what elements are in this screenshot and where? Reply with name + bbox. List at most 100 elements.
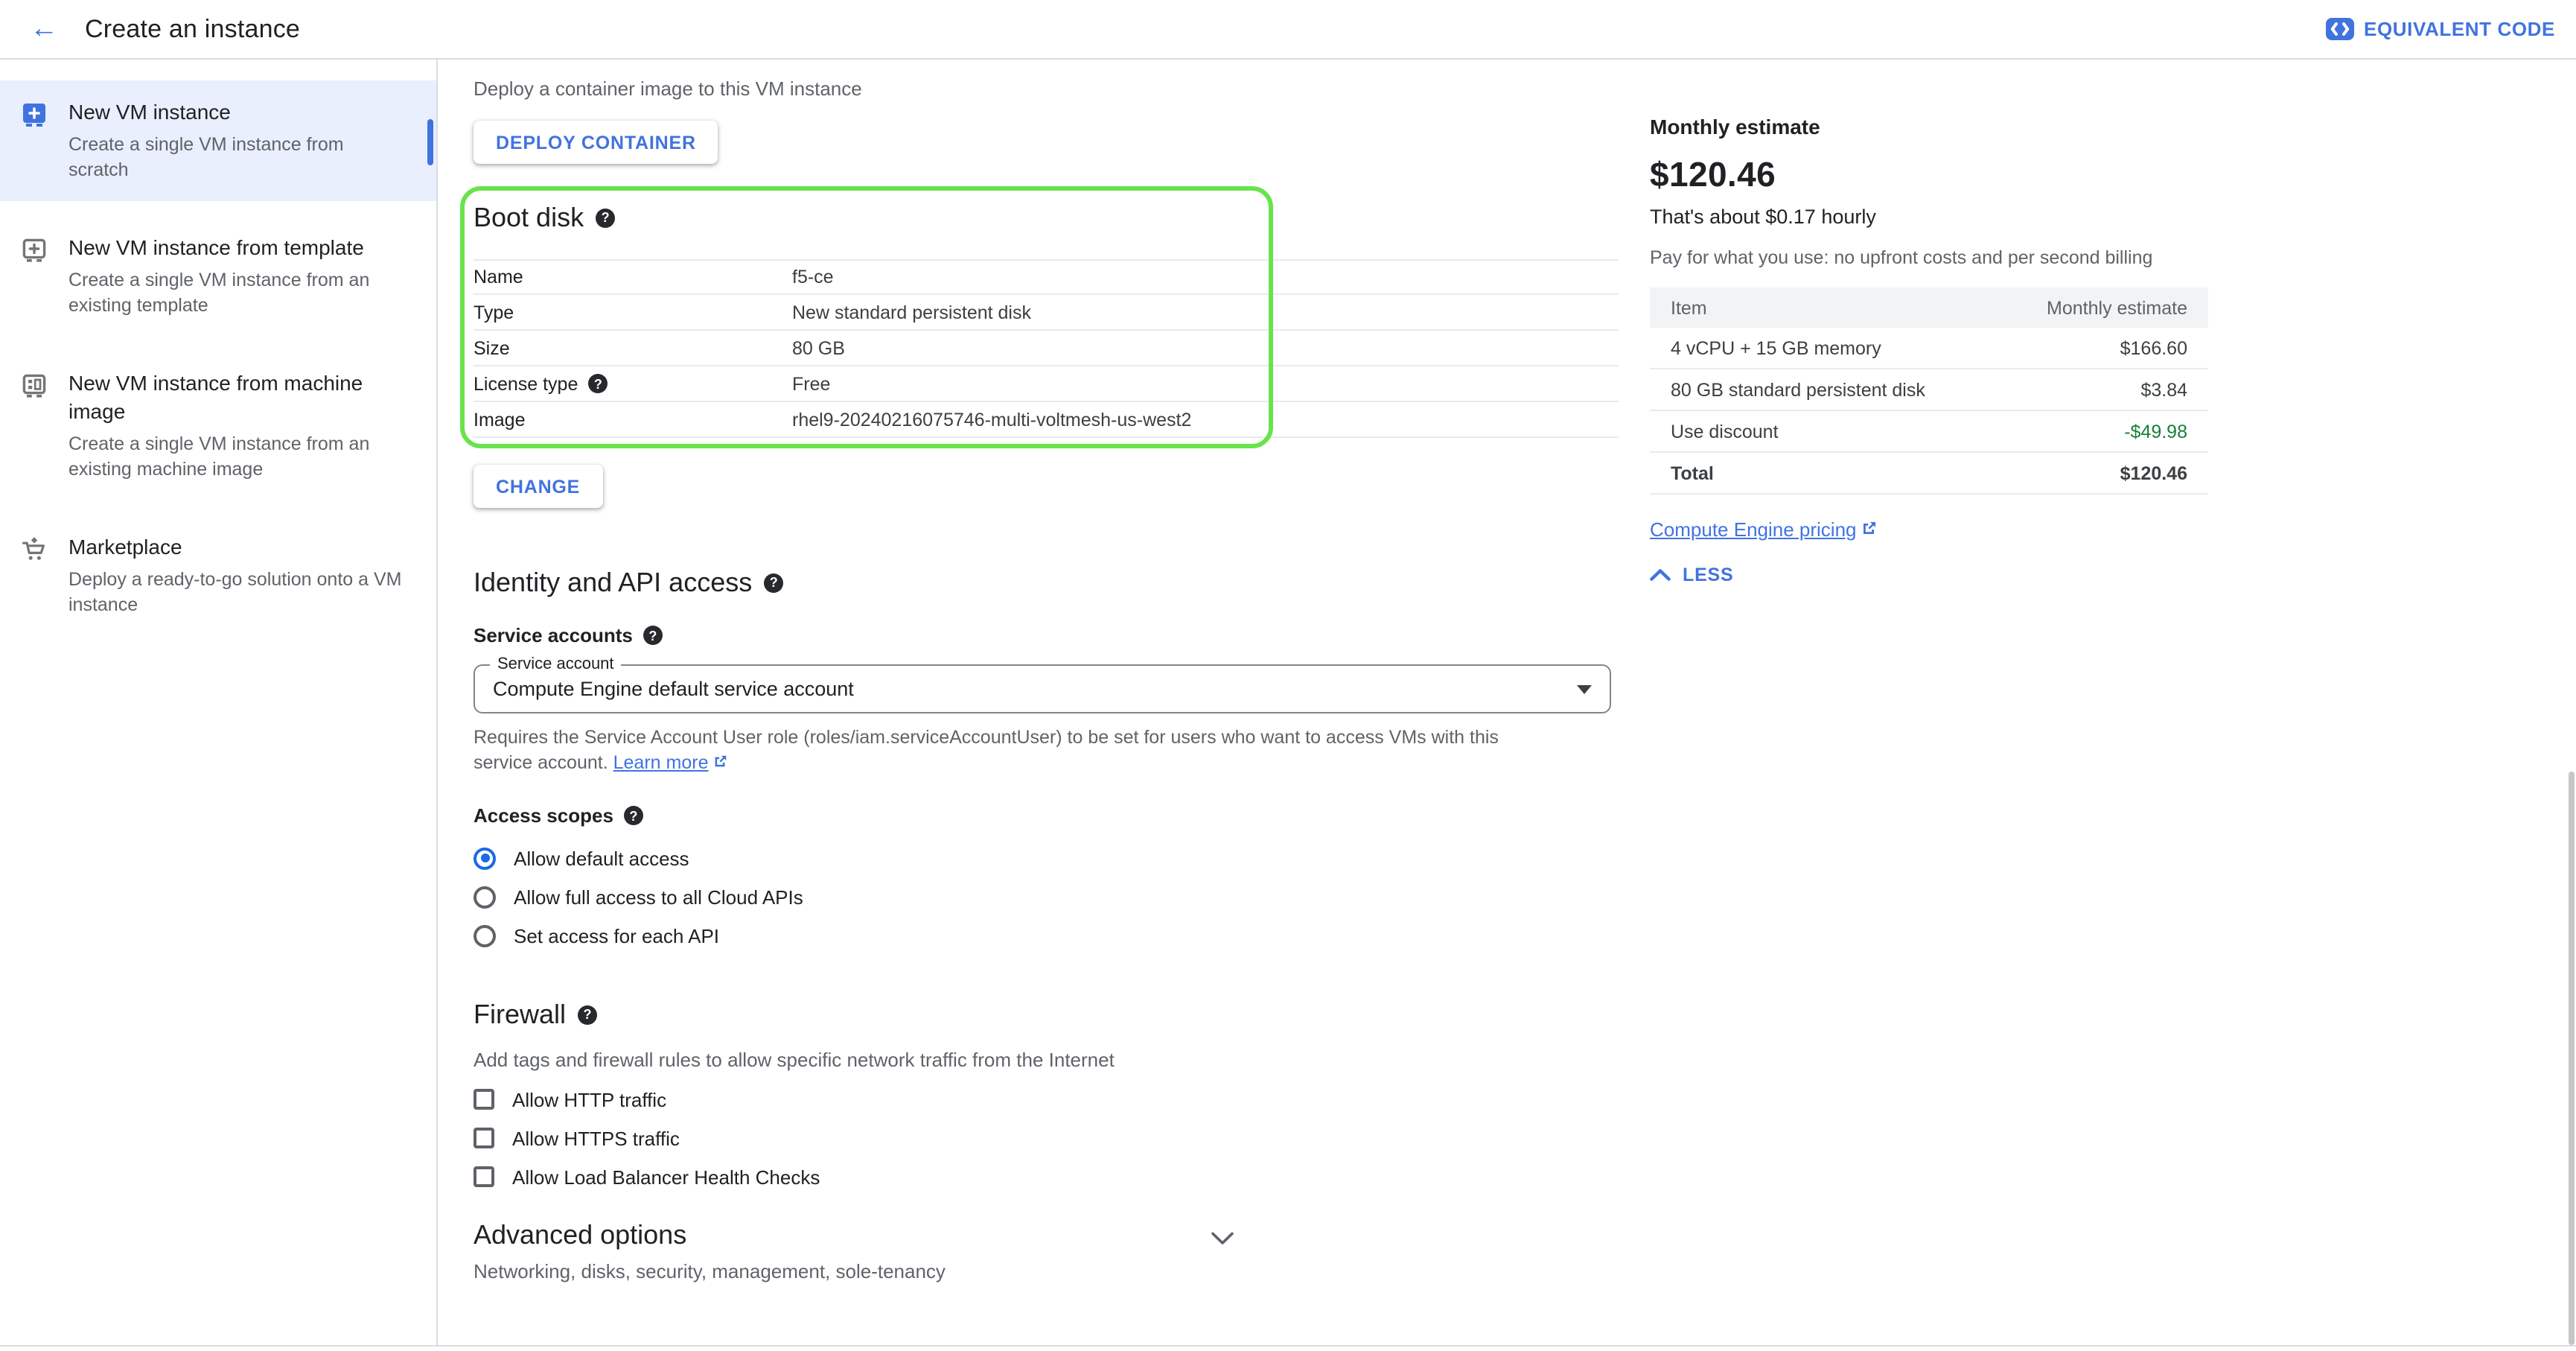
row-value: $3.84 [2140,379,2187,400]
radio-selected-icon [474,847,496,869]
advanced-options-section[interactable]: Advanced options Networking, disks, secu… [474,1217,1619,1282]
service-account-select[interactable]: Service account Compute Engine default s… [474,664,1611,713]
table-row: 4 vCPU + 15 GB memory $166.60 [1650,328,2208,369]
row-item: Total [1671,462,1714,483]
page-title: Create an instance [85,14,300,44]
help-icon[interactable]: ? [588,374,608,393]
sidebar-item-description: Deploy a ready-to-go solution onto a VM … [68,568,415,618]
row-label: Type [474,302,792,322]
table-row: 80 GB standard persistent disk $3.84 [1650,369,2208,411]
row-value-discount: -$49.98 [2124,421,2187,442]
sidebar-item-description: Create a single VM instance from an exis… [68,268,415,319]
marketplace-cart-icon [19,535,49,565]
checkbox-allow-https-traffic[interactable]: Allow HTTPS traffic [474,1119,1619,1157]
identity-title-row: Identity and API access ? [474,565,1619,600]
row-label: Image [474,409,792,430]
chevron-down-icon[interactable] [1211,1226,1234,1253]
firewall-options: Allow HTTP traffic Allow HTTPS traffic A… [474,1080,1619,1196]
sidebar-item-title: Marketplace [68,535,182,559]
sidebar-item-description: Create a single VM instance from scratch [68,133,415,183]
checkbox-icon [474,1166,494,1187]
sidebar-item-new-vm-from-machine-image[interactable]: New VM instance from machine image Creat… [0,352,436,500]
advanced-options-title: Advanced options [474,1217,1619,1253]
row-value: Free [792,373,830,394]
checkbox-allow-http-traffic[interactable]: Allow HTTP traffic [474,1080,1619,1119]
radio-set-access-each-api[interactable]: Set access for each API [474,916,1619,955]
sidebar-item-new-vm-from-template[interactable]: New VM instance from template Create a s… [0,216,436,337]
table-row: Type New standard persistent disk [474,295,1619,331]
checkbox-icon [474,1089,494,1110]
identity-section-title: Identity and API access [474,565,752,600]
sidebar-item-text: New VM instance from machine image Creat… [68,369,415,483]
page-scrollbar-thumb[interactable] [2569,772,2575,1345]
equivalent-code-label: EQUIVALENT CODE [2364,18,2555,40]
radio-allow-full-access[interactable]: Allow full access to all Cloud APIs [474,877,1619,916]
app-header: ← Create an instance EQUIVALENT CODE [0,0,2576,60]
access-scopes-options: Allow default access Allow full access t… [474,839,1619,955]
boot-disk-table: Name f5-ce Type New standard persistent … [474,259,1619,438]
radio-icon [474,886,496,908]
learn-more-link[interactable]: Learn more [613,752,728,773]
row-item: 80 GB standard persistent disk [1671,379,1925,400]
checkbox-label: Allow HTTPS traffic [512,1127,680,1149]
advanced-options-subtitle: Networking, disks, security, management,… [474,1260,1619,1282]
row-label-text: License type [474,373,578,394]
table-row: Name f5-ce [474,259,1619,295]
external-link-icon [1860,520,1878,542]
estimate-note: Pay for what you use: no upfront costs a… [1650,247,2208,268]
vm-instance-icon [19,100,49,130]
estimate-price: $120.46 [1650,155,2208,195]
access-scopes-label: Access scopes [474,804,613,827]
radio-label: Set access for each API [514,924,719,947]
help-icon[interactable]: ? [643,626,663,645]
deploy-container-button[interactable]: DEPLOY CONTAINER [474,121,718,164]
sidebar-item-marketplace[interactable]: Marketplace Deploy a ready-to-go solutio… [0,515,436,636]
table-row-total: Total $120.46 [1650,453,2208,495]
help-icon[interactable]: ? [764,573,783,592]
pricing-link-label: Compute Engine pricing [1650,518,1857,541]
boot-disk-title: Boot disk [474,200,584,235]
compute-engine-pricing-link[interactable]: Compute Engine pricing [1650,518,1878,541]
row-label: License type ? [474,373,792,394]
sidebar-item-text: New VM instance Create a single VM insta… [68,98,415,183]
chevron-down-icon [1577,684,1592,693]
container-section-description: Deploy a container image to this VM inst… [474,76,1619,103]
sidebar-item-title: New VM instance from machine image [68,371,363,423]
estimate-table: Item Monthly estimate 4 vCPU + 15 GB mem… [1650,287,2208,495]
row-item: 4 vCPU + 15 GB memory [1671,337,1881,358]
col-item: Item [1671,297,1707,318]
radio-label: Allow full access to all Cloud APIs [514,886,803,908]
sidebar-scrollbar-thumb[interactable] [427,119,433,165]
sidebar-item-title: New VM instance [68,100,231,124]
help-icon[interactable]: ? [624,806,643,825]
monthly-estimate-panel: Monthly estimate $120.46 That's about $0… [1650,60,2208,585]
less-toggle[interactable]: LESS [1650,565,2208,585]
sidebar-item-new-vm-instance[interactable]: New VM instance Create a single VM insta… [0,80,436,201]
chevron-up-icon [1650,565,1671,585]
code-icon [2325,18,2353,40]
help-icon[interactable]: ? [596,208,615,227]
change-boot-disk-button[interactable]: CHANGE [474,465,602,508]
sidebar-item-description: Create a single VM instance from an exis… [68,432,415,483]
row-label: Size [474,337,792,358]
service-accounts-label-row: Service accounts ? [474,624,1619,646]
pricing-link-row: Compute Engine pricing [1650,518,2208,542]
back-arrow-icon[interactable]: ← [30,15,58,43]
row-label: Name [474,267,792,287]
row-item: Use discount [1671,421,1779,442]
checkbox-label: Allow HTTP traffic [512,1088,666,1110]
help-icon[interactable]: ? [578,1005,597,1024]
row-value: f5-ce [792,267,834,287]
radio-allow-default-access[interactable]: Allow default access [474,839,1619,877]
external-link-icon [712,752,728,778]
firewall-title-row: Firewall ? [474,996,1619,1032]
row-value: $120.46 [2120,462,2187,483]
equivalent-code-button[interactable]: EQUIVALENT CODE [2325,18,2555,40]
radio-icon [474,924,496,947]
service-account-helper: Requires the Service Account User role (… [474,725,1531,778]
sidebar-item-text: New VM instance from template Create a s… [68,234,415,319]
checkbox-allow-lb-health-checks[interactable]: Allow Load Balancer Health Checks [474,1157,1619,1196]
boot-disk-title-row: Boot disk ? [474,200,1619,235]
col-monthly-estimate: Monthly estimate [2047,297,2187,318]
bottom-divider [0,1345,2576,1347]
